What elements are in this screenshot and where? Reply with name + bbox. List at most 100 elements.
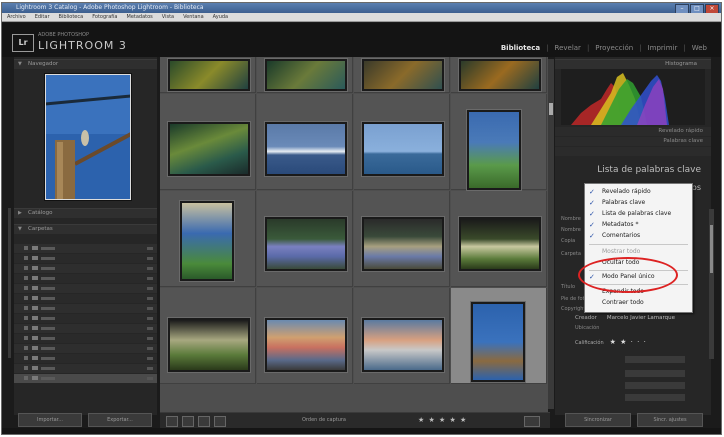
thumbnail[interactable] xyxy=(265,217,347,271)
menu-item-quick-develop[interactable]: ✓ Revelado rápido xyxy=(585,187,692,197)
list-item[interactable] xyxy=(14,354,157,363)
thumbnail-grid[interactable] xyxy=(160,57,548,413)
grid-cell[interactable] xyxy=(257,191,353,287)
thumbnail[interactable] xyxy=(362,59,444,91)
grid-cell[interactable] xyxy=(354,191,450,287)
list-item[interactable] xyxy=(14,324,157,333)
section-row[interactable]: Palabras clave xyxy=(555,137,711,146)
rotate-right-icon[interactable] xyxy=(504,416,514,425)
module-revelar[interactable]: Revelar xyxy=(555,44,581,52)
thumbnail[interactable] xyxy=(362,122,444,176)
module-web[interactable]: Web xyxy=(692,44,707,52)
thumbnail[interactable] xyxy=(467,110,521,190)
menu-editar[interactable]: Editar xyxy=(35,13,50,21)
menu-ventana[interactable]: Ventana xyxy=(183,13,204,21)
grid-cell[interactable] xyxy=(160,288,256,384)
menu-item-keywords[interactable]: ✓ Palabras clave xyxy=(585,198,692,208)
list-item[interactable] xyxy=(14,364,157,373)
thumbnail[interactable] xyxy=(362,217,444,271)
list-item[interactable] xyxy=(14,314,157,323)
navigator-viewport-box[interactable] xyxy=(45,74,131,200)
thumbnail[interactable] xyxy=(362,318,444,372)
list-item[interactable] xyxy=(14,244,157,253)
sync-settings-button[interactable]: Sincr. ajustes xyxy=(637,413,703,427)
grid-cell[interactable] xyxy=(257,288,353,384)
folders-header[interactable]: ▼ Carpetas xyxy=(14,224,157,234)
thumbnail[interactable] xyxy=(471,302,525,382)
right-panel-scrollbar[interactable] xyxy=(709,209,714,359)
grid-cell[interactable] xyxy=(451,94,547,190)
grid-cell[interactable] xyxy=(160,191,256,287)
grid-cell[interactable] xyxy=(354,57,450,93)
menu-vista[interactable]: Vista xyxy=(162,13,174,21)
grid-cell[interactable] xyxy=(160,57,256,93)
checkmark-icon: ✓ xyxy=(589,210,595,218)
thumbnail[interactable] xyxy=(265,122,347,176)
section-row[interactable]: Revelado rápido xyxy=(555,127,711,136)
grid-cell[interactable] xyxy=(354,94,450,190)
list-item[interactable] xyxy=(14,304,157,313)
grid-cell-selected[interactable] xyxy=(451,288,547,384)
menu-metadatos[interactable]: Metadatos xyxy=(127,13,153,21)
menu-fotografia[interactable]: Fotografía xyxy=(92,13,117,21)
menu-item-comments[interactable]: ✓ Comentarios xyxy=(585,231,692,241)
thumbnail[interactable] xyxy=(168,59,250,91)
grid-cell[interactable] xyxy=(354,288,450,384)
grid-cell[interactable] xyxy=(451,57,547,93)
list-item[interactable] xyxy=(14,344,157,353)
import-button[interactable]: Importar... xyxy=(18,413,82,427)
painter-icon[interactable] xyxy=(252,416,258,425)
keyword-list-title[interactable]: Lista de palabras clave xyxy=(597,165,701,175)
menu-item-keyword-list[interactable]: ✓ Lista de palabras clave xyxy=(585,209,692,219)
thumbnail[interactable] xyxy=(265,318,347,372)
grid-view-icon[interactable] xyxy=(166,416,178,427)
list-item-selected[interactable] xyxy=(14,374,157,383)
menu-biblioteca[interactable]: Biblioteca xyxy=(59,13,84,21)
module-proyeccion[interactable]: Proyección xyxy=(595,44,633,52)
list-item[interactable] xyxy=(14,264,157,273)
scrollbar-thumb[interactable] xyxy=(710,225,713,273)
scrollbar-thumb[interactable] xyxy=(549,103,553,115)
catalog-header[interactable]: ▶ Catálogo xyxy=(14,208,157,218)
creator-value[interactable]: Marcelo Javier Lamarque xyxy=(607,315,675,321)
thumbnail[interactable] xyxy=(459,59,541,91)
menu-item-metadata[interactable]: ✓ Metadatos * xyxy=(585,220,692,230)
list-item[interactable] xyxy=(14,294,157,303)
rotate-left-icon[interactable] xyxy=(486,416,496,425)
loupe-view-icon[interactable] xyxy=(182,416,194,427)
grid-scrollbar[interactable] xyxy=(548,59,554,409)
thumbnail[interactable] xyxy=(265,59,347,91)
grid-cell[interactable] xyxy=(257,57,353,93)
folder-icon xyxy=(32,276,38,280)
export-button[interactable]: Exportar... xyxy=(88,413,152,427)
rating-stars[interactable]: ★ ★ ★ ★ ★ xyxy=(418,416,467,424)
menu-item-collapse-all[interactable]: Contraer todo xyxy=(585,298,692,308)
thumbnail[interactable] xyxy=(168,122,250,176)
slider-icon[interactable] xyxy=(524,416,540,427)
sort-label[interactable]: Orden de captura xyxy=(302,417,346,423)
thumbnail[interactable] xyxy=(168,318,250,372)
module-biblioteca[interactable]: Biblioteca xyxy=(501,44,540,52)
compare-view-icon[interactable] xyxy=(198,416,210,427)
menu-archivo[interactable]: Archivo xyxy=(7,13,26,21)
list-item[interactable] xyxy=(14,254,157,263)
grid-cell[interactable] xyxy=(257,94,353,190)
sort-direction-icon[interactable] xyxy=(278,416,284,425)
module-imprimir[interactable]: Imprimir xyxy=(648,44,678,52)
list-item[interactable] xyxy=(14,274,157,283)
histogram-header[interactable]: Histograma xyxy=(555,59,711,69)
navigator-header[interactable]: ▼ Navegador xyxy=(14,59,157,69)
section-row[interactable] xyxy=(555,147,711,156)
thumbnail[interactable] xyxy=(180,201,234,281)
grid-cell[interactable] xyxy=(451,191,547,287)
sync-button[interactable]: Sincronizar xyxy=(565,413,631,427)
thumbnail[interactable] xyxy=(459,217,541,271)
list-item[interactable] xyxy=(14,284,157,293)
rating-stars[interactable]: ★ ★ · · · xyxy=(610,338,647,346)
menu-ayuda[interactable]: Ayuda xyxy=(213,13,228,21)
left-panel-scrollbar[interactable] xyxy=(8,208,11,358)
navigator-preview[interactable] xyxy=(44,73,132,201)
list-item[interactable] xyxy=(14,334,157,343)
grid-cell[interactable] xyxy=(160,94,256,190)
survey-view-icon[interactable] xyxy=(214,416,226,427)
